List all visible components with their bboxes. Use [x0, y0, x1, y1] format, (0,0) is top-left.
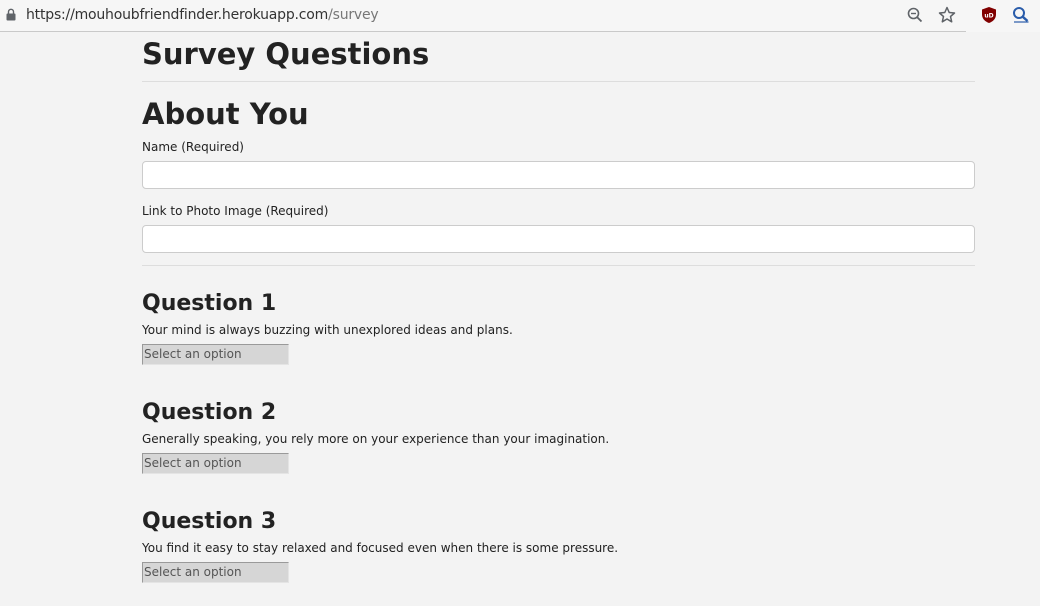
question-3-select[interactable]: Select an option	[142, 562, 289, 583]
name-label: Name (Required)	[142, 140, 244, 154]
name-input[interactable]	[142, 161, 975, 189]
divider	[142, 81, 975, 82]
page-title: Survey Questions	[142, 37, 430, 71]
svg-text:uD: uD	[984, 12, 993, 19]
question-1-select[interactable]: Select an option	[142, 344, 289, 365]
question-1: Question 1 Your mind is always buzzing w…	[142, 290, 975, 365]
photo-label: Link to Photo Image (Required)	[142, 204, 329, 218]
lock-icon	[6, 8, 16, 21]
ublock-icon[interactable]: uD	[979, 5, 999, 25]
question-title: Question 3	[142, 509, 277, 534]
divider	[142, 265, 975, 266]
photo-input[interactable]	[142, 225, 975, 253]
question-2: Question 2 Generally speaking, you rely …	[142, 399, 975, 474]
question-text: You find it easy to stay relaxed and foc…	[142, 541, 619, 555]
question-title: Question 1	[142, 291, 277, 316]
browser-toolbar: https://mouhoubfriendfinder.herokuapp.co…	[0, 0, 1040, 32]
url-path: /survey	[328, 7, 379, 23]
zoom-icon[interactable]	[905, 5, 925, 25]
question-text: Your mind is always buzzing with unexplo…	[142, 323, 513, 337]
about-title: About You	[142, 97, 309, 131]
question-text: Generally speaking, you rely more on you…	[142, 432, 610, 446]
question-title: Question 2	[142, 400, 277, 425]
star-icon[interactable]	[937, 5, 957, 25]
url-host: https://mouhoubfriendfinder.herokuapp.co…	[26, 7, 329, 23]
lens-icon[interactable]	[1011, 5, 1031, 25]
question-2-select[interactable]: Select an option	[142, 453, 289, 474]
question-3: Question 3 You find it easy to stay rela…	[142, 508, 975, 583]
survey-content: Survey Questions About You Name (Require…	[142, 33, 975, 266]
address-bar[interactable]: https://mouhoubfriendfinder.herokuapp.co…	[26, 7, 379, 23]
